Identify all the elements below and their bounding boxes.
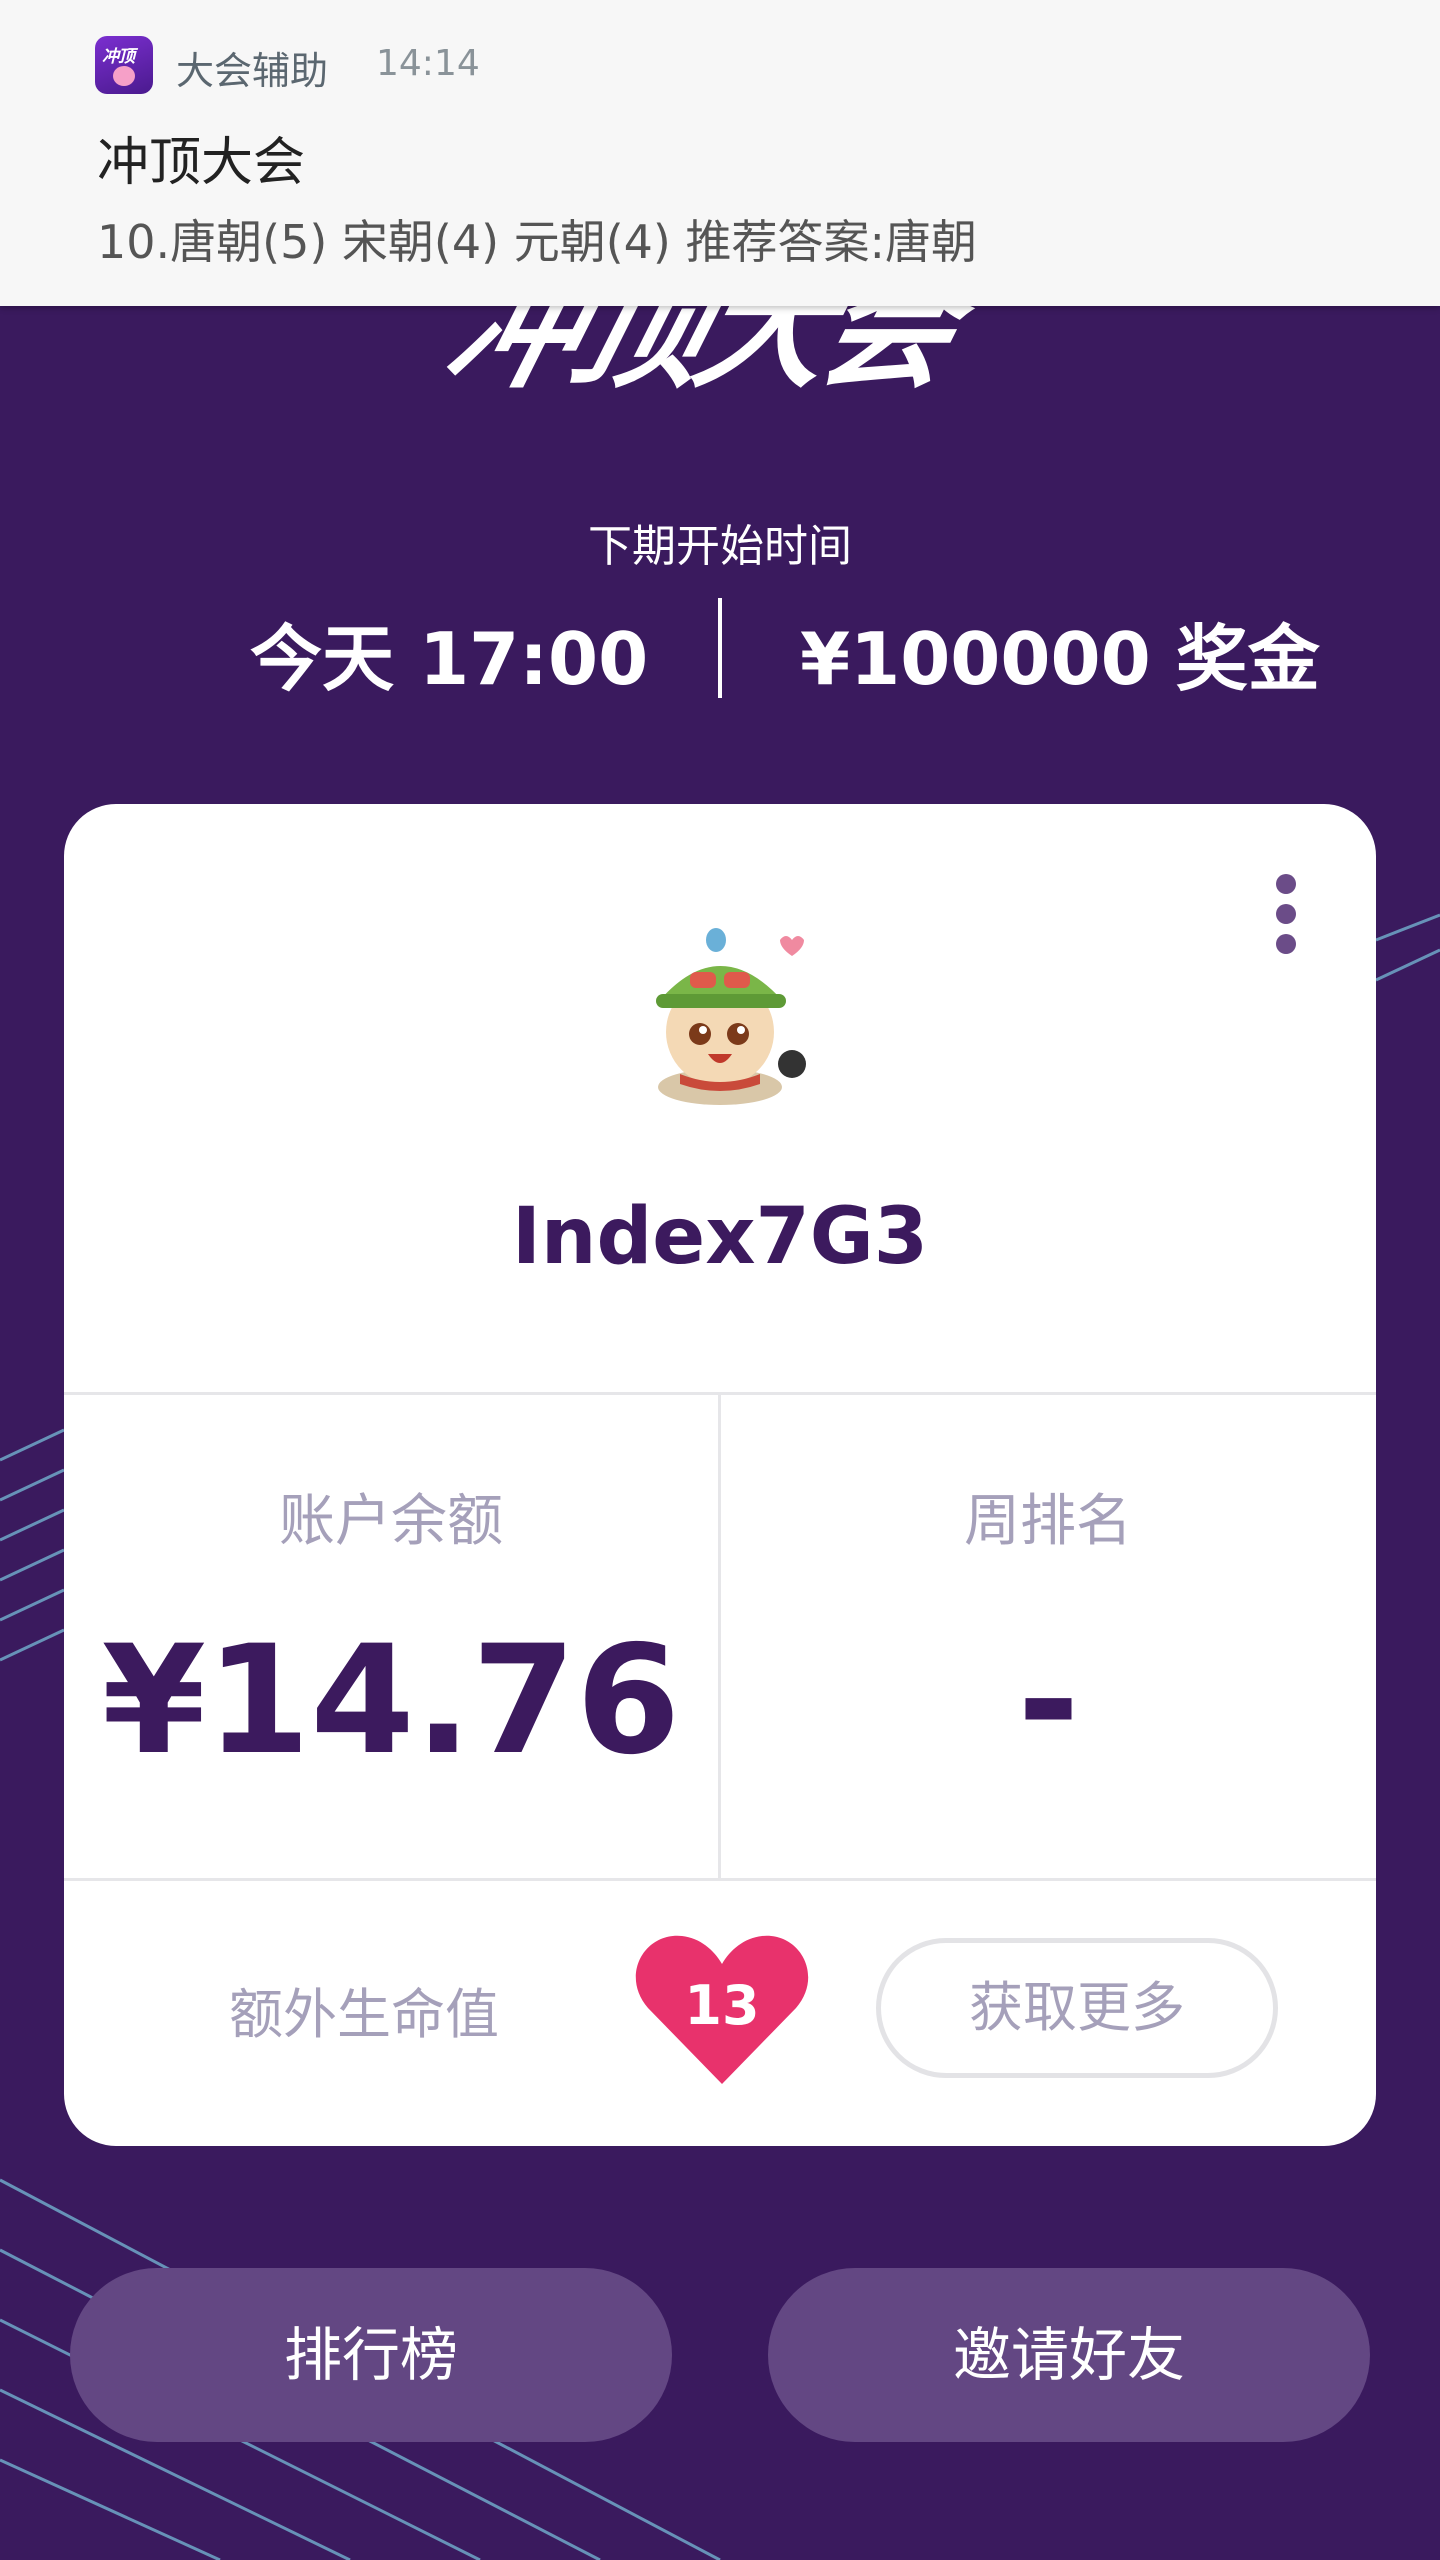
balance-label: 账户余额 <box>279 1489 503 1554</box>
rank-value[interactable]: - <box>721 1614 1376 1788</box>
pig-icon <box>113 66 135 86</box>
notification-time: 14:14 <box>376 43 480 84</box>
balance-value[interactable]: ¥14.76 <box>64 1614 718 1788</box>
extra-lives-count: 13 <box>684 1974 760 2037</box>
avatar[interactable] <box>620 912 820 1112</box>
rank-label: 周排名 <box>964 1489 1132 1554</box>
next-game-time: 今天 17:00 <box>250 617 649 701</box>
more-options-icon[interactable] <box>1272 874 1300 964</box>
get-more-button[interactable]: 获取更多 <box>876 1938 1278 2078</box>
next-game-label: 下期开始时间 <box>588 521 852 572</box>
leaderboard-button[interactable]: 排行榜 <box>70 2268 672 2442</box>
divider-horizontal-bottom <box>64 1878 1376 1881</box>
prize-amount: ¥100000 奖金 <box>800 617 1320 701</box>
notification-body: 10.唐朝(5) 宋朝(4) 元朝(4) 推荐答案:唐朝 <box>97 215 977 269</box>
extra-lives-label: 额外生命值 <box>229 1983 499 2046</box>
username: Index7G3 <box>511 1192 929 1282</box>
profile-card: Index7G3 账户余额 周排名 ¥14.76 - 额外生命值 13 获取更多 <box>64 804 1376 2146</box>
notification-title: 冲顶大会 <box>97 133 306 193</box>
invite-friends-button[interactable]: 邀请好友 <box>768 2268 1370 2442</box>
notification-banner[interactable]: 冲顶 大会辅助 14:14 冲顶大会 10.唐朝(5) 宋朝(4) 元朝(4) … <box>0 0 1440 306</box>
app-icon-text: 冲顶 <box>102 47 135 67</box>
notification-app-name: 大会辅助 <box>176 49 329 93</box>
header-divider <box>718 598 722 698</box>
app-icon: 冲顶 <box>95 36 153 94</box>
